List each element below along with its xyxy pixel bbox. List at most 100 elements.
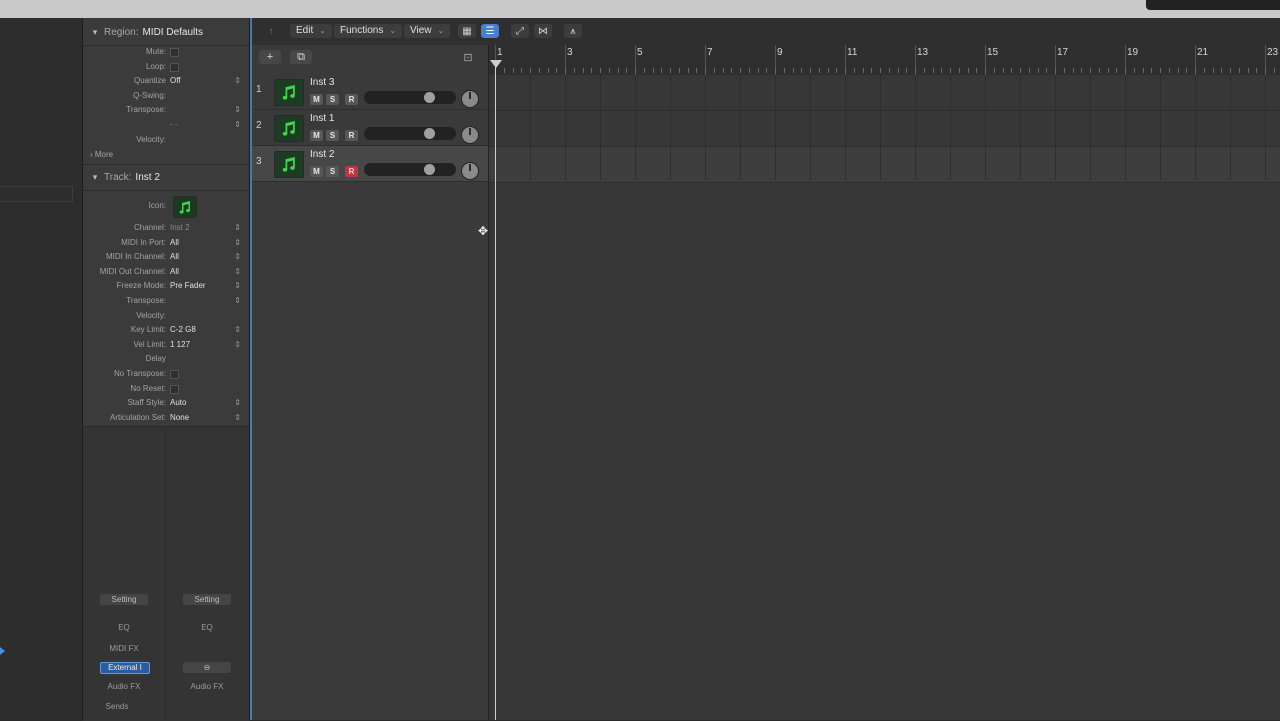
stepper-icon[interactable]: ⇕: [234, 294, 241, 308]
link-icon[interactable]: ⊖: [183, 662, 231, 673]
mute-button[interactable]: M: [310, 94, 323, 105]
playhead[interactable]: [495, 63, 496, 720]
midi-fx-slot[interactable]: MIDI FX: [100, 643, 148, 654]
mute-button[interactable]: M: [310, 166, 323, 177]
track-name[interactable]: Inst 1: [310, 113, 334, 124]
volume-fader[interactable]: [364, 163, 456, 176]
track-options-icon[interactable]: ⊡: [457, 50, 479, 64]
param-row[interactable]: Transpose: ⇕: [83, 103, 249, 117]
stepper-icon[interactable]: ⇕: [234, 279, 241, 293]
grid-view-icon[interactable]: ▦: [458, 24, 476, 38]
beat-tick: [784, 68, 785, 73]
link-view-icon[interactable]: ⋈: [534, 24, 552, 38]
mute-button[interactable]: M: [310, 130, 323, 141]
stepper-icon[interactable]: ⇕: [234, 221, 241, 235]
stepper-icon[interactable]: ⇕: [234, 396, 241, 410]
track-lane[interactable]: [489, 111, 1280, 147]
param-row[interactable]: Quantize Off ⇕: [83, 74, 249, 88]
stepper-icon[interactable]: ⇕: [234, 265, 241, 279]
playhead-handle[interactable]: [490, 60, 502, 68]
param-row[interactable]: MIDI In Port: All ⇕: [83, 236, 249, 250]
stepper-icon[interactable]: ⇕: [234, 250, 241, 264]
pan-knob[interactable]: [461, 162, 479, 180]
fader-knob[interactable]: [424, 164, 435, 175]
left-setting-button[interactable]: Setting: [100, 594, 148, 605]
param-row[interactable]: MIDI Out Channel: All ⇕: [83, 265, 249, 279]
track-lane[interactable]: [489, 147, 1280, 183]
param-row[interactable]: Velocity:: [83, 133, 249, 147]
param-row[interactable]: Key Limit: C-2 G8 ⇕: [83, 323, 249, 337]
record-enable-button[interactable]: R: [345, 94, 358, 105]
stepper-icon[interactable]: ⇕: [234, 236, 241, 250]
param-checkbox[interactable]: [170, 62, 179, 72]
track-header[interactable]: 3 Inst 2 MSR: [252, 146, 488, 182]
functions-menu[interactable]: Functions ⌄: [334, 24, 403, 38]
param-row[interactable]: Freeze Mode: Pre Fader ⇕: [83, 279, 249, 293]
arrange-area[interactable]: [489, 75, 1280, 720]
right-audio-fx-slot[interactable]: Audio FX: [183, 681, 231, 692]
param-row[interactable]: - - ⇕: [83, 118, 249, 132]
list-view-icon[interactable]: ☰: [481, 24, 499, 38]
beat-tick: [696, 68, 697, 73]
more-disclosure[interactable]: › More: [90, 150, 113, 159]
pan-knob[interactable]: [461, 126, 479, 144]
track-headers: + ⧉ ⊡ 1 Inst 3 M S R 2 Inst 1 M S R 3 Inst 2MSR: [252, 45, 489, 720]
track-inspector-header[interactable]: ▾ Track: Inst 2: [83, 164, 249, 190]
catch-icon[interactable]: ⤢: [511, 24, 529, 38]
param-checkbox[interactable]: [170, 384, 179, 394]
param-row[interactable]: Q-Swing:: [83, 89, 249, 103]
volume-fader[interactable]: [364, 127, 456, 140]
beat-tick: [740, 68, 741, 73]
param-row[interactable]: MIDI In Channel: All ⇕: [83, 250, 249, 264]
input-slot[interactable]: External I: [100, 662, 150, 674]
param-checkbox[interactable]: [170, 370, 179, 379]
track-name[interactable]: Inst 3: [310, 77, 334, 88]
param-row[interactable]: Loop:: [83, 60, 249, 74]
track-icon-picker[interactable]: [173, 196, 197, 218]
param-row[interactable]: Channel: Inst 2 ⇕: [83, 221, 249, 235]
stepper-icon[interactable]: ⇕: [234, 74, 241, 88]
stepper-icon[interactable]: ⇕: [234, 338, 241, 352]
left-eq-button[interactable]: EQ: [100, 622, 148, 633]
track-name[interactable]: Inst 2: [310, 149, 334, 160]
edit-menu[interactable]: Edit ⌄: [290, 24, 332, 38]
fader-knob[interactable]: [424, 128, 435, 139]
param-row[interactable]: Mute:: [83, 45, 249, 59]
param-row[interactable]: Articulation Set: None ⇕: [83, 411, 249, 425]
left-audio-fx-slot[interactable]: Audio FX: [100, 681, 148, 692]
volume-fader[interactable]: [364, 91, 456, 104]
record-enable-button[interactable]: R: [345, 166, 358, 177]
pan-knob[interactable]: [461, 90, 479, 108]
add-track-button[interactable]: +: [259, 50, 281, 64]
param-checkbox[interactable]: [170, 48, 179, 57]
param-row[interactable]: Transpose: ⇕: [83, 294, 249, 308]
param-row[interactable]: No Reset:: [83, 382, 249, 396]
snap-icon[interactable]: ⩚: [564, 24, 582, 38]
param-row[interactable]: Velocity:: [83, 309, 249, 323]
right-setting-button[interactable]: Setting: [183, 594, 231, 605]
solo-button[interactable]: S: [326, 94, 339, 105]
solo-button[interactable]: S: [326, 166, 339, 177]
duplicate-track-icon[interactable]: ⧉: [290, 50, 312, 64]
up-arrow-icon[interactable]: ↑: [262, 24, 280, 38]
param-row[interactable]: Vel Limit: 1 127 ⇕: [83, 338, 249, 352]
view-menu[interactable]: View ⌄: [404, 24, 451, 38]
param-row[interactable]: No Transpose:: [83, 367, 249, 381]
stepper-icon[interactable]: ⇕: [234, 118, 241, 132]
stepper-icon[interactable]: ⇕: [234, 103, 241, 117]
edit-menu-label: Edit: [296, 25, 314, 36]
solo-button[interactable]: S: [326, 130, 339, 141]
track-header[interactable]: 1 Inst 3 MSR: [252, 74, 488, 110]
right-eq-button[interactable]: EQ: [183, 622, 231, 633]
bar-ruler[interactable]: 1 3 5 7 9 11 13 15 17 19 21 23: [489, 45, 1280, 76]
fader-knob[interactable]: [424, 92, 435, 103]
param-row[interactable]: Staff Style: Auto ⇕: [83, 396, 249, 410]
stepper-icon[interactable]: ⇕: [234, 411, 241, 425]
sends-slot[interactable]: Sends: [93, 701, 141, 712]
track-lane[interactable]: [489, 75, 1280, 111]
region-inspector-header[interactable]: ▾ Region: MIDI Defaults: [83, 19, 249, 45]
record-enable-button[interactable]: R: [345, 130, 358, 141]
track-header[interactable]: 2 Inst 1 MSR: [252, 110, 488, 146]
stepper-icon[interactable]: ⇕: [234, 323, 241, 337]
param-row[interactable]: Delay: [83, 352, 249, 366]
